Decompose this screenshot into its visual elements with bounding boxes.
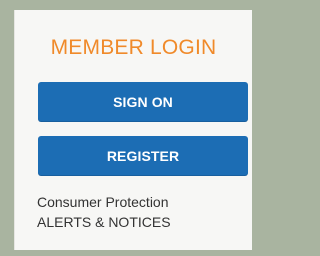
alerts-notices-link[interactable]: ALERTS & NOTICES: [37, 212, 171, 232]
consumer-protection-links: Consumer Protection ALERTS & NOTICES: [37, 192, 171, 232]
member-login-title: MEMBER LOGIN: [50, 36, 217, 59]
register-button[interactable]: REGISTER: [38, 136, 248, 176]
sign-on-button[interactable]: SIGN ON: [38, 82, 248, 122]
member-login-panel: MEMBER LOGIN SIGN ON REGISTER Consumer P…: [14, 10, 252, 250]
consumer-protection-link[interactable]: Consumer Protection: [37, 192, 171, 212]
page-frame: MEMBER LOGIN SIGN ON REGISTER Consumer P…: [0, 0, 257, 256]
